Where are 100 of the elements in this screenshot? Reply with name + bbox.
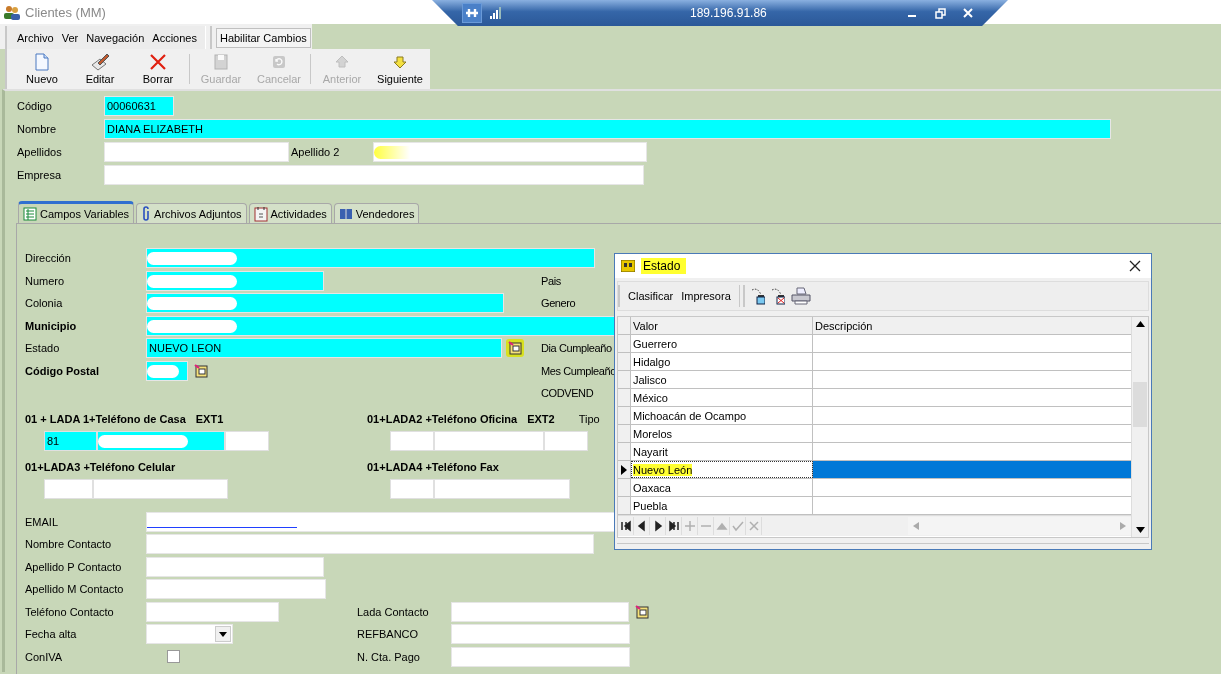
card-icon [338, 206, 353, 221]
text-field[interactable] [146, 579, 326, 600]
checkbox[interactable] [167, 650, 180, 664]
tab[interactable]: Vendedores [333, 203, 420, 223]
text-field[interactable] [146, 270, 324, 291]
enable-changes-button[interactable]: Habilitar Cambios [215, 27, 311, 48]
tab[interactable]: Actividades [248, 203, 332, 223]
restore-icon[interactable] [934, 7, 946, 19]
menu-item[interactable]: Impresora [677, 290, 735, 302]
field-label: Código Postal [25, 364, 100, 377]
text-field[interactable] [146, 534, 594, 555]
field-label: Numero [25, 274, 66, 287]
menu-item[interactable]: Navegación [82, 31, 149, 44]
remove-bottle-icon[interactable] [770, 287, 785, 305]
toolbar-button[interactable]: Nuevo [13, 50, 71, 88]
text-field[interactable] [146, 511, 616, 532]
column-header[interactable]: Valor [631, 317, 813, 334]
lookup-icon[interactable] [192, 361, 210, 380]
lookup-icon[interactable] [506, 339, 524, 358]
field-label: 01 + LADA 1+Teléfono de Casa [25, 412, 186, 425]
text-field[interactable] [146, 248, 595, 269]
field-label: REFBANCO [357, 628, 420, 641]
calendar-icon [253, 205, 268, 222]
menu-item[interactable]: Clasificar [624, 290, 678, 302]
field-label: Pais [541, 274, 562, 287]
grid-cell: Jalisco [633, 373, 667, 386]
tab[interactable]: Archivos Adjuntos [136, 203, 247, 223]
grid-row[interactable]: Oaxaca [618, 479, 1131, 497]
add-bottle-icon[interactable] [750, 287, 765, 305]
phone-field[interactable] [225, 430, 269, 451]
pin-button[interactable] [462, 3, 482, 23]
undo-icon [271, 53, 287, 71]
toolbar-button[interactable]: Siguiente [371, 50, 429, 88]
text-field[interactable] [451, 646, 630, 667]
text-field[interactable] [451, 601, 629, 622]
card-icon [621, 260, 635, 272]
field-label: EMAIL [25, 515, 59, 528]
grid-cell: Morelos [633, 427, 673, 440]
first-record-icon[interactable] [618, 519, 633, 533]
field-label: Nombre Contacto [25, 538, 113, 551]
grid-cell: México [633, 391, 668, 404]
redaction-mark [147, 364, 179, 378]
grid-cell: Michoacán de Ocampo [633, 409, 747, 422]
phone-field[interactable] [544, 430, 588, 451]
toolbar-button[interactable]: Borrar [129, 50, 187, 88]
phone-field[interactable] [93, 478, 228, 499]
phone-field[interactable] [390, 478, 434, 499]
text-field[interactable] [146, 293, 504, 314]
vertical-scrollbar[interactable] [1131, 317, 1148, 537]
printer-icon[interactable] [790, 287, 811, 305]
grid-row[interactable]: Hidalgo [618, 353, 1131, 371]
text-field[interactable]: 00060631 [104, 95, 174, 116]
grid-row[interactable]: Michoacán de Ocampo [618, 407, 1131, 425]
grid-icon [23, 206, 37, 221]
dialog-title: Estado [641, 258, 687, 274]
phone-field[interactable] [97, 430, 225, 451]
tab[interactable]: Campos Variables [18, 201, 135, 223]
scroll-up-icon[interactable] [1135, 321, 1145, 327]
menu-item[interactable]: Ver [57, 31, 83, 44]
row-pointer-icon [621, 464, 627, 475]
grid-row[interactable]: Jalisco [618, 371, 1131, 389]
last-record-icon[interactable] [666, 519, 681, 533]
text-field[interactable]: NUEVO LEON [146, 338, 502, 359]
text-field[interactable] [451, 624, 630, 645]
scroll-right-icon[interactable] [1120, 522, 1126, 530]
phone-field[interactable] [434, 430, 544, 451]
field-label: Genero [541, 297, 577, 310]
menu-item[interactable]: Acciones [148, 31, 201, 44]
column-header[interactable]: Descripción [813, 317, 1131, 334]
document-icon [34, 53, 50, 71]
text-field[interactable] [146, 360, 188, 381]
phone-field[interactable]: 81 [44, 430, 97, 451]
field-label: N. Cta. Pago [357, 650, 421, 663]
text-field[interactable] [373, 141, 647, 162]
scroll-thumb[interactable] [1133, 382, 1147, 427]
field-label: Estado [25, 342, 61, 355]
horizontal-scrollbar[interactable] [908, 517, 1131, 535]
text-field[interactable] [104, 164, 644, 185]
grid-row[interactable]: Morelos [618, 425, 1131, 443]
field-label: Mes Cumpleaño [541, 364, 617, 377]
scroll-left-icon[interactable] [913, 522, 919, 530]
text-field[interactable] [104, 141, 289, 162]
toolbar-button[interactable]: Editar [71, 50, 129, 88]
pencil-icon [90, 53, 110, 71]
phone-field[interactable] [390, 430, 434, 451]
text-field[interactable] [146, 601, 279, 622]
field-label: Apellido P Contacto [25, 560, 123, 573]
signal-icon [490, 7, 502, 19]
phone-field[interactable] [44, 478, 93, 499]
menu-item[interactable]: Archivo [13, 31, 58, 44]
close-icon[interactable] [1129, 260, 1141, 272]
paperclip-icon [141, 205, 152, 222]
grid-row[interactable]: México [618, 389, 1131, 407]
lookup-icon[interactable] [633, 602, 651, 621]
text-field[interactable] [146, 556, 324, 577]
grid-cell: Puebla [633, 499, 668, 512]
text-field[interactable]: DIANA ELIZABETH [104, 118, 1111, 139]
grid-row[interactable]: Guerrero [618, 335, 1131, 353]
scroll-down-icon[interactable] [1135, 527, 1145, 533]
phone-field[interactable] [434, 478, 570, 499]
